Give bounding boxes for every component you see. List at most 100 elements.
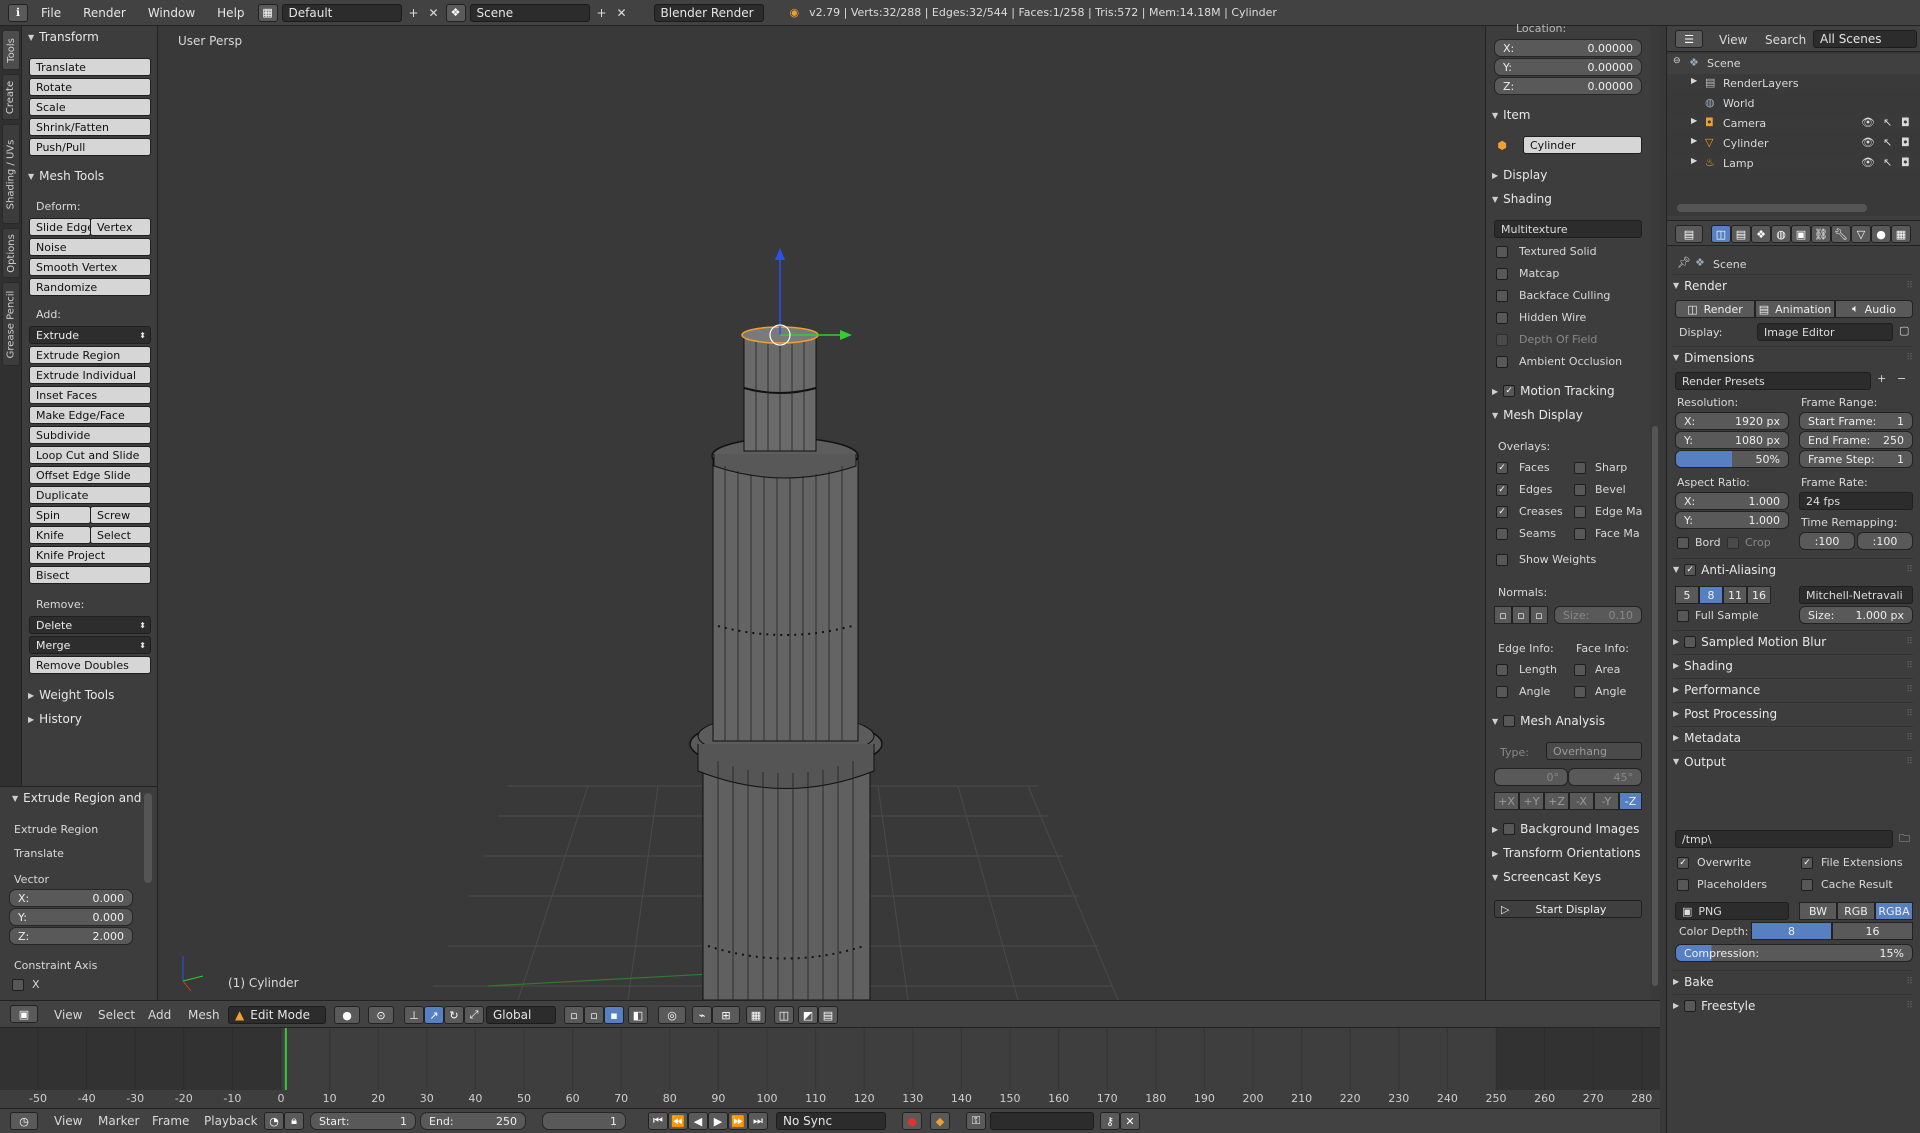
object-tab-icon[interactable]: ▣	[1791, 225, 1811, 243]
background-images-header[interactable]: ▶ Background Images	[1492, 822, 1639, 836]
remove-scene-icon[interactable]: ✕	[614, 5, 630, 21]
offset-edge-slide-button[interactable]: Offset Edge Slide	[29, 466, 151, 484]
resolution-x-field[interactable]: X: 1920 px	[1675, 412, 1789, 430]
menu-window[interactable]: Window	[139, 6, 204, 20]
manipulator-toggle-icon[interactable]: ⊥	[404, 1006, 424, 1024]
add-preset-icon[interactable]: +	[1877, 372, 1886, 385]
loop-cut-button[interactable]: Loop Cut and Slide	[29, 446, 151, 464]
merge-dropdown[interactable]: Merge ⬍	[29, 636, 151, 654]
vector-z-field[interactable]: Z: 2.000	[9, 927, 133, 945]
rotate-manipulator-icon[interactable]: ↻	[444, 1006, 464, 1024]
record-icon[interactable]: ●	[902, 1112, 922, 1130]
render-presets-select[interactable]: Render Presets	[1675, 372, 1871, 390]
axis-py-toggle[interactable]: +Y	[1519, 792, 1544, 810]
metadata-panel-header[interactable]: ▶ Metadata ⠿	[1673, 726, 1913, 748]
compression-slider[interactable]: Compression: 15%	[1675, 944, 1913, 962]
normals-size-field[interactable]: Size: 0.10	[1554, 606, 1642, 624]
info-icon[interactable]: ℹ	[8, 3, 28, 22]
shrink-fatten-button[interactable]: Shrink/Fatten	[29, 118, 151, 136]
collapse-scene-icon[interactable]: ⊖	[1673, 56, 1681, 66]
loop-normals-toggle[interactable]: ▫	[1512, 606, 1530, 624]
timeline[interactable]: -50 -40 -30 -20 -10 0 10 20 30 40 50 60 70 80 90 100 110…	[0, 1028, 1660, 1108]
dof-checkbox[interactable]	[1496, 334, 1508, 346]
vector-x-field[interactable]: X: 0.000	[9, 889, 133, 907]
start-frame-field[interactable]: Start: 1	[310, 1112, 416, 1130]
playback-menu[interactable]: Playback	[204, 1114, 258, 1128]
snap-element-icon[interactable]: ⊞	[712, 1006, 740, 1024]
shading-panel-header[interactable]: ▶ Shading ⠿	[1673, 654, 1913, 676]
expand-icon[interactable]: ▶	[1691, 136, 1697, 145]
scene-tab-icon[interactable]: ❖	[1751, 225, 1771, 243]
backface-culling-checkbox[interactable]	[1496, 290, 1508, 302]
select-menu[interactable]: Select	[98, 1008, 135, 1022]
motion-tracking-checkbox[interactable]: ✓	[1503, 385, 1516, 397]
full-sample-checkbox[interactable]	[1677, 610, 1689, 622]
editor-type-icon[interactable]: ▣	[10, 1005, 38, 1023]
knife-button[interactable]: Knife	[29, 526, 91, 544]
smooth-vertex-button[interactable]: Smooth Vertex	[29, 258, 151, 276]
occlude-icon[interactable]: ◧	[628, 1006, 648, 1024]
modifiers-tab-icon[interactable]: 🔧︎	[1831, 225, 1851, 243]
renderability-icon[interactable]: ◘	[1901, 156, 1910, 169]
edge-length-checkbox[interactable]	[1496, 664, 1508, 676]
rotate-button[interactable]: Rotate	[29, 78, 151, 96]
aspect-y-field[interactable]: Y: 1.000	[1675, 511, 1789, 529]
extrude-region-button[interactable]: Extrude Region	[29, 346, 151, 364]
selectability-icon[interactable]: ↖	[1883, 136, 1892, 149]
shading-panel-header[interactable]: ▼ Shading	[1492, 192, 1552, 206]
anti-aliasing-panel-header[interactable]: ▼ ✓ Anti-Aliasing ⠿	[1673, 558, 1913, 580]
display-panel-header[interactable]: ▶ Display	[1492, 168, 1547, 182]
panel-mesh-tools-header[interactable]: ▼ Mesh Tools	[28, 169, 104, 183]
performance-panel-header[interactable]: ▶ Performance ⠿	[1673, 678, 1913, 700]
ao-checkbox[interactable]	[1496, 356, 1508, 368]
screw-button[interactable]: Screw	[90, 506, 151, 524]
bake-panel-header[interactable]: ▶ Bake ⠿	[1673, 970, 1913, 992]
edges-checkbox[interactable]: ✓	[1496, 484, 1508, 496]
post-processing-panel-header[interactable]: ▶ Post Processing ⠿	[1673, 702, 1913, 724]
resolution-percent-slider[interactable]: 50%	[1675, 450, 1789, 468]
axis-px-toggle[interactable]: +X	[1494, 792, 1519, 810]
outliner-world[interactable]: World	[1723, 97, 1755, 110]
border-checkbox[interactable]	[1677, 537, 1689, 549]
translate-manipulator-icon[interactable]: ↗	[424, 1006, 444, 1024]
folder-icon[interactable]: 🗀︎	[1899, 830, 1910, 849]
expand-icon[interactable]: ▶	[1691, 156, 1697, 165]
outliner-search-menu[interactable]: Search	[1765, 33, 1806, 47]
operator-header[interactable]: ▼ Extrude Region and	[12, 791, 141, 805]
axis-ny-toggle[interactable]: -Y	[1594, 792, 1619, 810]
outliner-hscrollbar[interactable]	[1677, 204, 1867, 212]
insert-key-icon[interactable]: ⚷	[1100, 1112, 1120, 1130]
outliner-view-menu[interactable]: View	[1719, 33, 1747, 47]
play-reverse-icon[interactable]: ◀	[688, 1112, 708, 1130]
render-icon[interactable]: ◫	[774, 1006, 794, 1024]
freestyle-checkbox[interactable]	[1684, 999, 1697, 1012]
output-path-field[interactable]: /tmp\	[1675, 830, 1893, 848]
sampled-motion-blur-header[interactable]: ▶ Sampled Motion Blur ⠿	[1673, 630, 1913, 652]
shading-mode-select[interactable]: Multitexture	[1494, 220, 1642, 238]
frame-rate-select[interactable]: 24 fps	[1799, 492, 1913, 510]
edge-marks-checkbox[interactable]	[1574, 506, 1586, 518]
location-y-field[interactable]: Y: 0.00000	[1494, 58, 1642, 76]
analysis-max-field[interactable]: 45°	[1568, 768, 1642, 786]
snap-toggle-icon[interactable]: ⌁	[692, 1006, 712, 1024]
material-tab-icon[interactable]: ●	[1871, 225, 1891, 243]
knife-project-button[interactable]: Knife Project	[29, 546, 151, 564]
keyingset-field[interactable]	[990, 1112, 1094, 1130]
randomize-button[interactable]: Randomize	[29, 278, 151, 296]
resolution-y-field[interactable]: Y: 1080 px	[1675, 431, 1789, 449]
scale-manipulator-icon[interactable]: ⤢	[464, 1006, 484, 1024]
animation-button[interactable]: ▤ Animation	[1755, 300, 1835, 318]
outliner-renderlayers[interactable]: RenderLayers	[1723, 77, 1799, 90]
axis-nz-toggle[interactable]: -Z	[1619, 792, 1642, 810]
placeholders-checkbox[interactable]	[1677, 879, 1689, 891]
make-edge-face-button[interactable]: Make Edge/Face	[29, 406, 151, 424]
scale-button[interactable]: Scale	[29, 98, 151, 116]
extrude-individual-button[interactable]: Extrude Individual	[29, 366, 151, 384]
outliner-lamp[interactable]: Lamp	[1723, 157, 1754, 170]
remove-layout-icon[interactable]: ✕	[426, 5, 442, 21]
item-panel-header[interactable]: ▼ Item	[1492, 108, 1530, 122]
background-images-checkbox[interactable]	[1503, 823, 1516, 835]
axis-nx-toggle[interactable]: -X	[1569, 792, 1594, 810]
pin-icon[interactable]: 📌︎	[1677, 256, 1691, 269]
constraints-tab-icon[interactable]: ⛓	[1811, 225, 1831, 243]
